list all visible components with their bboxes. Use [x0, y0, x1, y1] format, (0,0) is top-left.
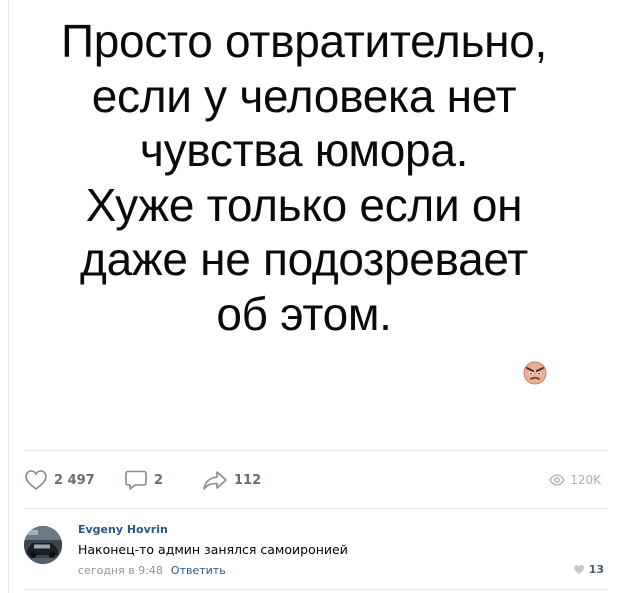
divider — [24, 508, 608, 509]
comment-button[interactable]: 2 — [124, 464, 163, 496]
car-photo-icon — [24, 526, 62, 564]
like-count: 2 497 — [54, 472, 95, 488]
comment-count: 2 — [154, 472, 164, 488]
quote-line-4: Хуже только если он — [85, 178, 523, 231]
avatar[interactable] — [24, 526, 62, 564]
post-actions: 2 497 2 112 120K — [9, 464, 625, 496]
comment-time[interactable]: сегодня в 9:48 — [78, 564, 163, 577]
quote-text: Просто отвратительно, если у человека не… — [9, 14, 599, 341]
divider — [24, 450, 608, 451]
views-counter: 120K — [549, 464, 601, 496]
quote-line-5: даже не подозревает — [80, 233, 528, 285]
quote-line-3: чувства юмора. — [139, 124, 469, 176]
share-icon — [203, 471, 227, 490]
angry-face-icon — [523, 361, 547, 385]
comment-like-button[interactable]: 13 — [573, 563, 604, 576]
comment-text: Наконец-то админ занялся самоиронией — [78, 542, 348, 557]
views-count: 120K — [570, 473, 601, 487]
comment-item: Evgeny Hovrin Наконец-то админ занялся с… — [24, 518, 614, 588]
comment-author[interactable]: Evgeny Hovrin — [78, 523, 168, 536]
comment-icon — [125, 470, 147, 490]
share-button[interactable]: 112 — [202, 464, 261, 496]
heart-icon — [573, 565, 584, 574]
quote-line-2: если у человека нет — [91, 69, 517, 122]
divider — [24, 589, 608, 590]
share-count: 112 — [234, 472, 262, 488]
post-card: Просто отвратительно, если у человека не… — [8, 0, 625, 593]
comment-like-count: 13 — [588, 563, 604, 576]
post-image[interactable]: Просто отвратительно, если у человека не… — [9, 0, 625, 400]
eye-icon — [549, 474, 565, 486]
heart-icon — [25, 470, 47, 491]
comment-meta: сегодня в 9:48 Ответить — [78, 564, 226, 577]
reply-button[interactable]: Ответить — [171, 564, 226, 577]
like-button[interactable]: 2 497 — [24, 464, 95, 496]
quote-line-1: Просто отвратительно, — [60, 15, 548, 67]
quote-line-6: об этом. — [216, 287, 392, 340]
